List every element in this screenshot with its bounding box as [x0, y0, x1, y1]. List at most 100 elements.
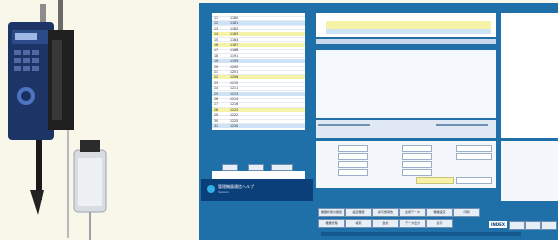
- table-row[interactable]: 29 1222: [212, 113, 305, 117]
- toolbar-button-3[interactable]: [344, 124, 357, 126]
- center-toolbar: [316, 120, 496, 138]
- menu-button[interactable]: 印刷: [453, 208, 480, 217]
- row-code: 1220: [230, 107, 239, 112]
- form-field-1[interactable]: [338, 145, 368, 152]
- status-strip: [321, 232, 521, 236]
- row-number: 22: [214, 75, 219, 80]
- row-number: 11: [214, 16, 219, 20]
- table-row[interactable]: 18 1191: [212, 54, 305, 58]
- toolbar-button-5[interactable]: [436, 124, 449, 126]
- row-code: 1216: [230, 102, 239, 107]
- row-number: 17: [214, 48, 219, 53]
- list-button-3[interactable]: [271, 164, 293, 171]
- form-field-9[interactable]: [456, 145, 492, 152]
- device-list-table: 11 1180 12 1181 13 1182 14 1183 15 1184 16 1187 17 11…: [212, 13, 305, 130]
- toolbar-button-8[interactable]: [475, 124, 488, 126]
- form-field-3[interactable]: [338, 153, 368, 160]
- row-code: 1213: [230, 91, 239, 96]
- row-code: 1187: [230, 43, 239, 47]
- table-row[interactable]: 24 1211: [212, 86, 305, 90]
- row-number: 27: [214, 102, 219, 107]
- info-sub-bar: [316, 39, 496, 44]
- form-field-6[interactable]: [402, 161, 432, 168]
- extra-button-1[interactable]: [509, 221, 525, 230]
- table-row[interactable]: 25 1213: [212, 91, 305, 96]
- table-row[interactable]: 12 1181: [212, 21, 305, 26]
- row-number: 16: [214, 43, 219, 47]
- form-field-10[interactable]: [456, 153, 492, 160]
- dial-center: [21, 91, 31, 101]
- menu-button[interactable]: 患者データ: [399, 208, 426, 217]
- row-code: 1206: [230, 75, 239, 80]
- settings-form: [316, 141, 496, 188]
- info-header-yellow: [326, 21, 491, 29]
- table-row[interactable]: 26 1214: [212, 97, 305, 101]
- menu-button[interactable]: 機器管理: [318, 219, 345, 228]
- row-code: 1222: [230, 113, 239, 118]
- table-row[interactable]: 28 1220: [212, 107, 305, 112]
- row-code: 1214: [230, 97, 239, 101]
- form-field-8[interactable]: [402, 169, 432, 176]
- toolbar-button-2[interactable]: [331, 124, 344, 126]
- row-code: 1230: [230, 124, 239, 128]
- row-number: 12: [214, 21, 219, 26]
- table-row[interactable]: 15 1184: [212, 38, 305, 42]
- infusion-controller-photo: [8, 0, 107, 240]
- menu-button[interactable]: 集計: [372, 219, 399, 228]
- table-row[interactable]: 13 1182: [212, 27, 305, 31]
- row-number: 25: [214, 91, 219, 96]
- extra-button-3[interactable]: [541, 221, 557, 230]
- table-row[interactable]: 11 1180: [212, 16, 305, 20]
- row-number: 21: [214, 70, 219, 74]
- table-row[interactable]: 30 1225: [212, 119, 305, 123]
- index-button[interactable]: INDEX: [489, 221, 507, 228]
- toolbar-button-4[interactable]: [357, 124, 370, 126]
- mechanism-slot: [52, 40, 62, 120]
- form-field-7[interactable]: [338, 169, 368, 176]
- menu-button[interactable]: 投与量報告: [372, 208, 399, 217]
- table-row[interactable]: 19 1195: [212, 59, 305, 64]
- menu-button[interactable]: 機器設定: [426, 208, 453, 217]
- table-row[interactable]: 23 1210: [212, 81, 305, 85]
- table-row[interactable]: 21 1201: [212, 70, 305, 74]
- menu-button[interactable]: データ出力: [399, 219, 426, 228]
- form-field-4[interactable]: [402, 153, 432, 160]
- menu-button[interactable]: 機器状態の確認: [318, 208, 345, 217]
- row-number: 28: [214, 107, 219, 112]
- table-row[interactable]: 16 1187: [212, 43, 305, 48]
- list-button-1[interactable]: [222, 164, 238, 171]
- form-yellow-field[interactable]: [416, 177, 454, 184]
- logo-subtext: Version: [218, 190, 230, 194]
- menu-button[interactable]: 表示: [426, 219, 453, 228]
- form-field-5[interactable]: [338, 161, 368, 168]
- row-code: 1183: [230, 32, 239, 37]
- table-row[interactable]: 31 1230: [212, 124, 305, 129]
- row-code: 1200: [230, 64, 239, 69]
- toolbar-button-7[interactable]: [462, 124, 475, 126]
- row-code: 1191: [230, 53, 239, 58]
- form-field-11[interactable]: [456, 177, 492, 184]
- toolbar-button-1[interactable]: [318, 124, 331, 126]
- app-logo-bar: 管理機器通信ヘルプ Version: [201, 179, 313, 201]
- table-row[interactable]: 22 1206: [212, 75, 305, 80]
- menu-button[interactable]: 検索: [345, 219, 372, 228]
- extra-button-2[interactable]: [525, 221, 541, 230]
- table-row[interactable]: 17 1188: [212, 48, 305, 52]
- form-field-2[interactable]: [402, 145, 432, 152]
- drip-chamber-glass: [78, 158, 102, 206]
- list-button-2[interactable]: [248, 164, 264, 171]
- table-row[interactable]: 14 1183: [212, 32, 305, 37]
- table-row[interactable]: 20 1200: [212, 65, 305, 69]
- device-keypad: [14, 50, 39, 71]
- monitoring-software-window: 11 1180 12 1181 13 1182 14 1183 15 1184 16 1187 17 11…: [199, 3, 558, 240]
- toolbar-button-6[interactable]: [449, 124, 462, 126]
- row-number: 31: [214, 124, 219, 128]
- menu-row-2: 機器管理 検索 集計 データ出力 表示: [318, 219, 518, 228]
- row-code: 1188: [230, 48, 239, 53]
- table-row[interactable]: 27 1216: [212, 102, 305, 106]
- info-header-blue: [326, 29, 491, 34]
- menu-button[interactable]: 設定履歴: [345, 208, 372, 217]
- menu-row-1: 機器状態の確認 設定履歴 投与量報告 患者データ 機器設定 印刷: [318, 208, 518, 217]
- right-detail-panel: [501, 13, 558, 138]
- row-number: 23: [214, 80, 219, 85]
